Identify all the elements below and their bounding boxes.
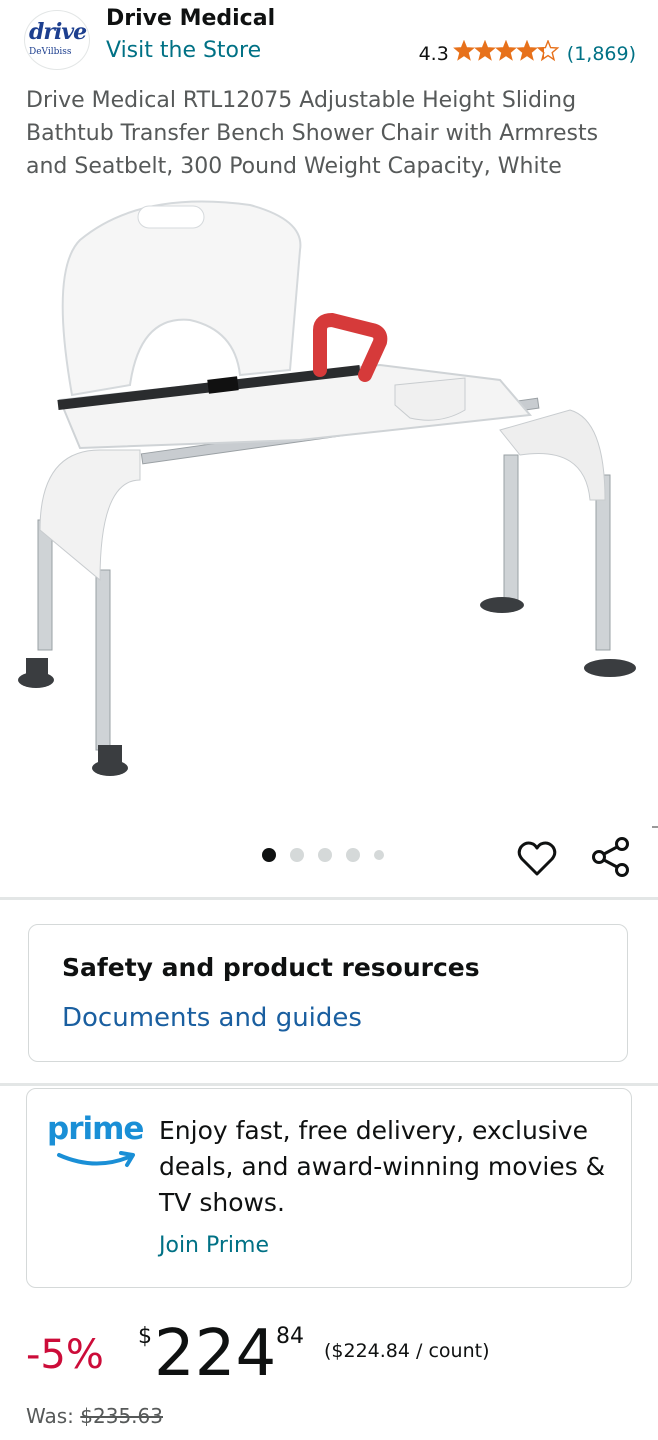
carousel-dot[interactable] [262,848,276,862]
safety-resources-card[interactable]: Safety and product resources Documents a… [28,924,628,1062]
prime-description: Enjoy fast, free delivery, exclusive dea… [159,1116,606,1217]
was-value: $235.63 [80,1404,163,1428]
brand-logo-subtext: DeVilbiss [29,47,72,57]
was-label: Was: [26,1404,74,1428]
unit-price: ($224.84 / count) [324,1340,490,1362]
carousel-dot[interactable] [374,850,384,860]
was-price: Was: $235.63 [26,1404,163,1428]
product-title: Drive Medical RTL12075 Adjustable Height… [26,88,599,179]
section-divider [0,897,658,900]
join-prime-link[interactable]: Join Prime [159,1233,269,1258]
rating-summary[interactable]: 4.3 (1,869) [419,40,636,68]
prime-card: prime Enjoy fast, free delivery, exclusi… [26,1088,632,1288]
rating-stars [453,40,561,68]
documents-guides-link[interactable]: Documents and guides [62,1003,362,1033]
section-divider [0,1083,658,1086]
prime-logo: prime [47,1111,147,1171]
rating-value: 4.3 [418,43,449,65]
brand-name[interactable]: Drive Medical [106,6,275,31]
rating-count: (1,869) [566,43,636,65]
brand-header: drive DeVilbiss Drive Medical Visit the … [24,6,636,70]
share-icon [592,837,629,877]
price-whole: 224 [154,1317,277,1391]
image-carousel-dots[interactable] [262,848,384,862]
price-fraction: 84 [276,1324,304,1349]
heart-icon [517,841,557,876]
discount-percent: -5% [26,1332,104,1378]
visit-store-link[interactable]: Visit the Store [106,38,261,63]
brand-logo[interactable]: drive DeVilbiss [24,10,90,70]
carousel-dot[interactable] [318,848,332,862]
carousel-dot[interactable] [346,848,360,862]
carousel-dot[interactable] [290,848,304,862]
price-currency: $ [138,1324,152,1349]
price-block: -5% $ 224 84 ($224.84 / count) [26,1317,646,1391]
brand-logo-text: drive [29,19,87,45]
star-rating-icon [453,40,559,61]
safety-title: Safety and product resources [62,953,480,982]
share-button[interactable] [590,836,632,878]
wishlist-button[interactable] [516,838,558,880]
prime-logo-text: prime [47,1111,144,1147]
transfer-bench-illustration [18,200,636,776]
prime-smile-icon [57,1151,135,1167]
product-image[interactable] [0,180,658,820]
edge-marker [652,826,658,828]
